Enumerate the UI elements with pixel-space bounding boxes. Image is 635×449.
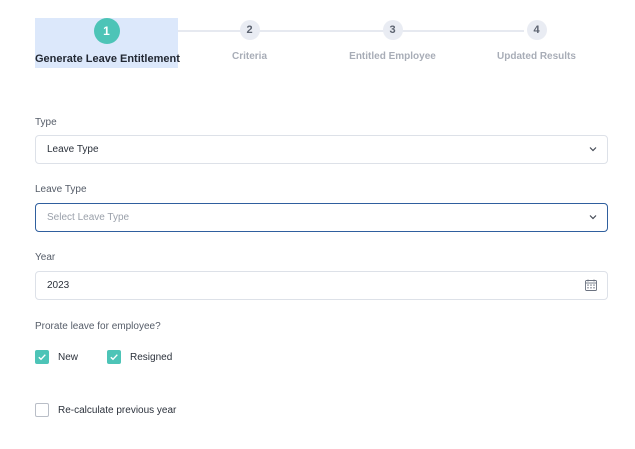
recalculate-option[interactable]: Re-calculate previous year [35,403,176,417]
step-number: 3 [382,20,403,40]
step-number: 4 [526,20,547,40]
step-generate-leave-entitlement[interactable]: 1 Generate Leave Entitlement [35,18,180,68]
resigned-checkbox-label: Resigned [130,351,173,363]
recalculate-checkbox-label: Re-calculate previous year [58,404,177,416]
step-label: Generate Leave Entitlement [35,53,180,65]
type-select[interactable]: Leave Type [35,135,608,164]
step-number: 1 [93,18,120,44]
chevron-down-icon [589,215,597,220]
resigned-checkbox[interactable] [107,350,121,364]
year-input[interactable]: 2023 [35,271,608,300]
leave-type-placeholder: Select Leave Type [47,212,130,223]
step-label: Entitled Employee [349,51,436,62]
step-label: Updated Results [497,51,576,62]
step-updated-results[interactable]: 4 Updated Results [465,18,608,68]
step-entitled-employee[interactable]: 3 Entitled Employee [321,18,464,68]
type-select-value: Leave Type [47,144,99,155]
step-label: Criteria [231,51,267,62]
chevron-down-icon [589,147,597,152]
recalculate-checkbox[interactable] [35,403,49,417]
step-criteria[interactable]: 2 Criteria [178,18,321,68]
prorate-label: Prorate leave for employee? [35,321,161,332]
calendar-icon[interactable] [585,279,597,291]
year-label: Year [35,252,56,263]
new-checkbox[interactable] [35,350,49,364]
prorate-resigned-option[interactable]: Resigned [107,350,172,364]
stepper: 1 Generate Leave Entitlement 2 Criteria … [35,18,608,68]
step-number: 2 [239,20,260,40]
leave-type-select[interactable]: Select Leave Type [35,203,608,232]
leave-type-label: Leave Type [35,184,87,195]
type-label: Type [35,117,57,128]
prorate-new-option[interactable]: New [35,350,78,364]
new-checkbox-label: New [58,351,79,363]
check-icon [38,354,46,361]
year-value: 2023 [47,280,70,291]
check-icon [110,354,118,361]
